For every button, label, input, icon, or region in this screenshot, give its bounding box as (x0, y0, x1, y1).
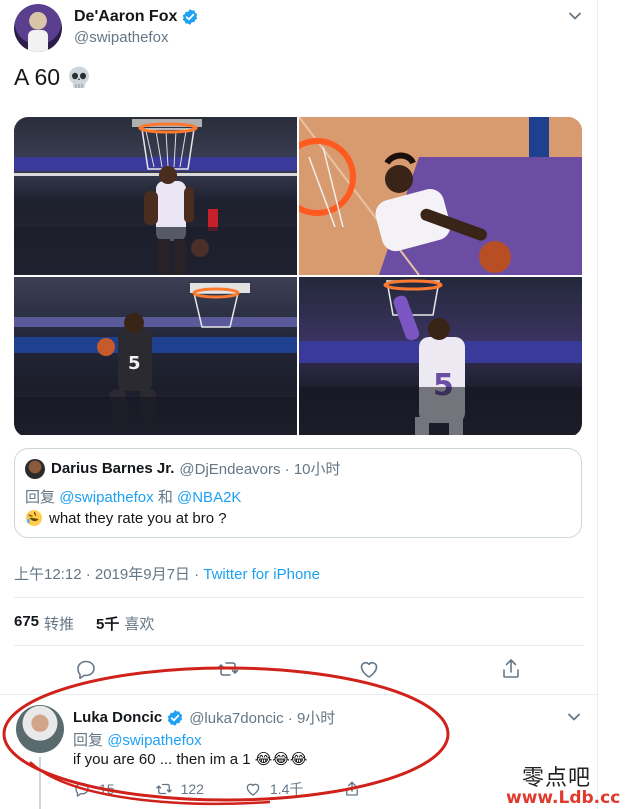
retweet-icon[interactable] (216, 657, 240, 681)
photo-4[interactable]: 5 (299, 277, 582, 435)
verified-badge-icon (168, 709, 183, 726)
quoted-tweet-text: what they rate you at bro ? (25, 509, 227, 527)
tweet-text-content: A 60 (14, 64, 61, 90)
skull-emoji-icon (69, 66, 90, 88)
like-heart-icon (246, 783, 260, 796)
tweet-meta: 上午12:12 · 2019年9月7日 · Twitter for iPhone (14, 563, 320, 584)
reply-retweet-button[interactable]: 122 (155, 779, 204, 799)
like-heart-icon[interactable] (357, 657, 381, 681)
quoted-reply-user-2[interactable]: @NBA2K (177, 489, 241, 506)
photo-3-illustration: 5 (14, 283, 297, 435)
author-avatar[interactable] (14, 4, 62, 52)
reply-author-name[interactable]: Luka Doncic (73, 709, 162, 726)
quoted-reply-user-1[interactable]: @swipathefox (59, 489, 153, 506)
reply-reply-count: 15 (99, 781, 115, 797)
verified-badge-icon (183, 9, 198, 25)
svg-text:5: 5 (128, 353, 141, 374)
reply-author-avatar[interactable] (16, 705, 64, 753)
reply-context: 回复 @swipathefox (73, 729, 202, 750)
author-name-row: De'Aaron Fox (74, 8, 199, 26)
reply-author-handle[interactable]: @luka7doncic · 9小时 (189, 707, 335, 728)
quoted-reply-context: 回复 @swipathefox 和 @NBA2K (25, 486, 241, 507)
photo-1-illustration (14, 119, 297, 275)
thread-line (39, 757, 41, 809)
chevron-down-icon[interactable] (567, 8, 583, 24)
quoted-reply-and: 和 (157, 489, 173, 506)
reply-icon[interactable] (74, 657, 98, 681)
tweet-stats: 675 转推 5千 喜欢 (14, 613, 176, 634)
divider (14, 597, 584, 598)
divider (0, 694, 598, 695)
quoted-text-content: what they rate you at bro ? (49, 509, 227, 527)
likes-label[interactable]: 喜欢 (124, 613, 154, 634)
reply-like-button[interactable]: 1.4千 (244, 779, 303, 799)
quoted-reply-prefix: 回复 (25, 489, 56, 506)
tweet-source[interactable]: Twitter for iPhone (203, 566, 320, 583)
divider (14, 645, 584, 646)
author-name[interactable]: De'Aaron Fox (74, 8, 177, 26)
quoted-tweet[interactable]: Darius Barnes Jr. @DjEndeavors · 10小时 回复… (14, 448, 582, 538)
reply-icon (75, 782, 89, 797)
quoted-author-handle: @DjEndeavors · 10小时 (179, 461, 341, 478)
reply-to-user[interactable]: @swipathefox (107, 732, 201, 749)
watermark-url: www.Ldb.cc (506, 788, 621, 808)
tweet-action-bar (0, 657, 598, 685)
tweet-timestamp[interactable]: 上午12:12 · 2019年9月7日 · (14, 566, 203, 583)
reply-prefix: 回复 (73, 732, 104, 749)
tweet-detail-panel: De'Aaron Fox @swipathefox A 60 5 5 Dariu… (0, 0, 598, 809)
quoted-author-avatar (25, 458, 45, 479)
photo-1[interactable] (14, 117, 297, 275)
reply-header: Luka Doncic @luka7doncic · 9小时 (73, 707, 335, 728)
photo-grid: 5 5 (14, 117, 582, 437)
rofl-emoji-icon (26, 510, 42, 526)
reply-reply-button[interactable]: 15 (73, 779, 115, 799)
share-icon (346, 781, 359, 796)
reply-retweet-count: 122 (180, 781, 204, 797)
photo-2[interactable] (299, 117, 582, 275)
reply-like-count: 1.4千 (269, 781, 304, 797)
retweets-label[interactable]: 转推 (44, 613, 74, 634)
reply-share-button[interactable] (343, 779, 369, 799)
quoted-author-name: Darius Barnes Jr. (51, 460, 175, 477)
tweet-text: A 60 (14, 64, 92, 91)
reply-text: if you are 60 ... then im a 1 😂😂😂 (73, 751, 308, 768)
quoted-tweet-header: Darius Barnes Jr. @DjEndeavors · 10小时 (25, 458, 341, 479)
chevron-down-icon[interactable] (566, 709, 582, 725)
share-icon[interactable] (499, 657, 523, 681)
photo-3[interactable]: 5 (14, 277, 297, 435)
likes-count[interactable]: 5千 (96, 613, 119, 634)
author-handle[interactable]: @swipathefox (74, 29, 168, 46)
retweet-icon (155, 783, 172, 795)
retweets-count[interactable]: 675 (14, 613, 39, 634)
tweet-header: De'Aaron Fox @swipathefox (14, 4, 589, 52)
photo-2-illustration (299, 117, 582, 275)
reply-action-bar: 15 122 1.4千 (73, 779, 409, 799)
photo-4-illustration: 5 (299, 279, 582, 435)
